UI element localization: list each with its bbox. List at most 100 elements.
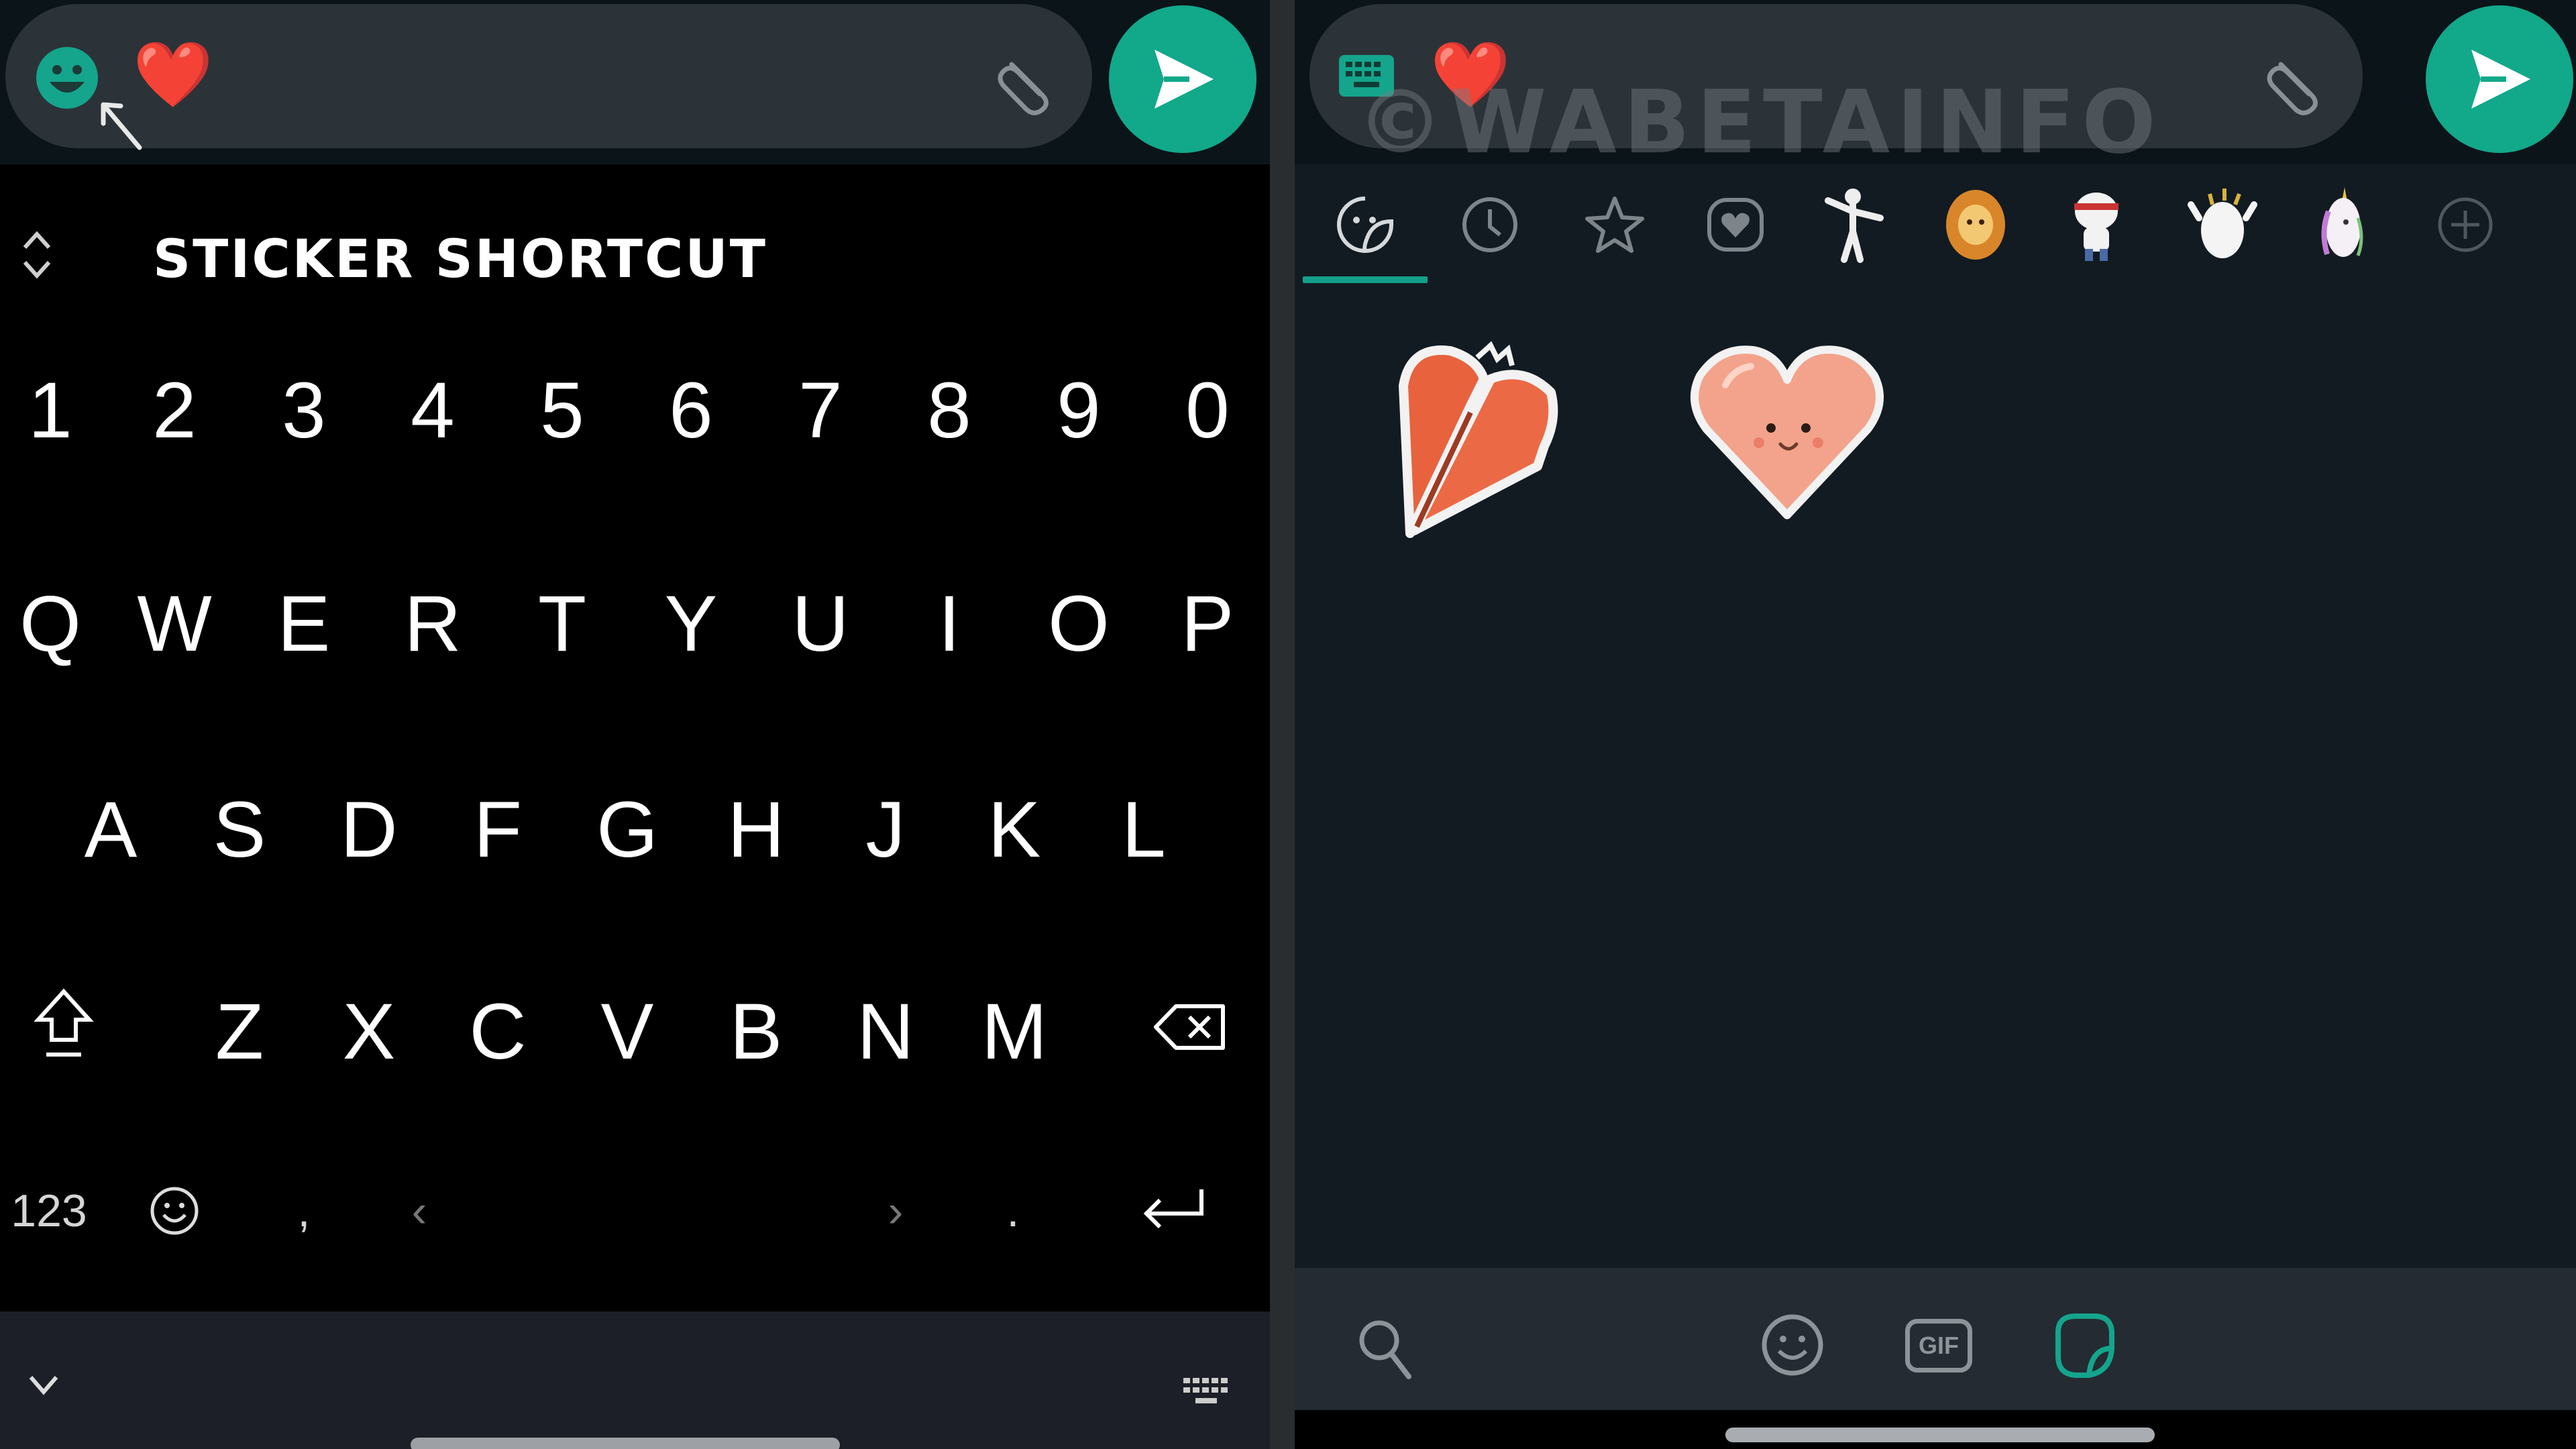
key-o[interactable]: O xyxy=(1028,564,1129,684)
key-z[interactable]: Z xyxy=(189,971,290,1092)
keyboard-icon[interactable] xyxy=(1181,1375,1234,1419)
key-0[interactable]: 0 xyxy=(1157,350,1258,471)
arrow-pointer-icon xyxy=(99,101,146,158)
key-2[interactable]: 2 xyxy=(124,350,225,471)
asdf-row: A S D F G H J K L xyxy=(0,769,1270,890)
key-v[interactable]: V xyxy=(577,971,678,1092)
tab-favorites[interactable] xyxy=(1571,181,1658,268)
key-x[interactable]: X xyxy=(319,971,419,1092)
backspace-key[interactable] xyxy=(1140,971,1241,1092)
shift-key[interactable] xyxy=(13,971,114,1092)
key-c[interactable]: C xyxy=(447,971,548,1092)
key-d[interactable]: D xyxy=(319,769,419,890)
period-key[interactable]: . xyxy=(963,1150,1063,1271)
home-indicator[interactable] xyxy=(411,1438,840,1449)
emoji-tab[interactable] xyxy=(1759,1308,1826,1385)
key-3[interactable]: 3 xyxy=(254,350,354,471)
key-6[interactable]: 6 xyxy=(641,350,741,471)
key-m[interactable]: M xyxy=(964,971,1065,1092)
broken-heart-sticker[interactable] xyxy=(1390,339,1564,543)
send-icon xyxy=(1155,50,1214,109)
left-screen: ❤️ STICKER SHORTCUT 1 2 3 4 5 6 7 8 9 0 … xyxy=(0,0,1270,1449)
key-h[interactable]: H xyxy=(706,769,806,890)
qwerty-row: Q W E R T Y U I O P xyxy=(0,564,1270,684)
key-a[interactable]: A xyxy=(60,769,161,890)
key-g[interactable]: G xyxy=(577,769,678,890)
cheering-character-sticker xyxy=(2188,189,2257,258)
key-w[interactable]: W xyxy=(124,564,225,684)
emoji-key[interactable] xyxy=(124,1150,225,1271)
message-text[interactable]: ❤️ xyxy=(133,43,213,107)
tab-pack-cheer[interactable] xyxy=(2179,181,2266,268)
key-e[interactable]: E xyxy=(254,564,354,684)
system-nav-bar xyxy=(1295,1410,2576,1449)
tab-recent[interactable] xyxy=(1446,181,1534,268)
right-screen: ❤️ ©WABETAINFO GIF xyxy=(1295,0,2576,1449)
sticker-shortcut-title: STICKER SHORTCUT xyxy=(153,229,767,290)
heart-badge-icon xyxy=(1707,198,1764,252)
clock-icon xyxy=(1462,197,1517,252)
send-button[interactable] xyxy=(2426,5,2573,153)
sticker-panel-bottom-bar: GIF xyxy=(1295,1268,2576,1410)
comma-key[interactable]: , xyxy=(254,1150,354,1271)
key-y[interactable]: Y xyxy=(641,564,741,684)
key-1[interactable]: 1 xyxy=(0,350,101,471)
active-tab-indicator xyxy=(1303,276,1428,283)
key-p[interactable]: P xyxy=(1157,564,1258,684)
key-4[interactable]: 4 xyxy=(382,350,483,471)
lion-sticker xyxy=(1946,190,2005,260)
cursor-left-key[interactable]: ‹ xyxy=(369,1150,470,1271)
key-r[interactable]: R xyxy=(382,564,483,684)
key-9[interactable]: 9 xyxy=(1028,350,1129,471)
compose-area: ❤️ xyxy=(0,0,1270,164)
sticker-tab[interactable] xyxy=(2051,1308,2118,1385)
tab-emoji-stickers[interactable] xyxy=(1322,181,1409,268)
smiling-heart-sticker[interactable] xyxy=(1686,342,1888,527)
key-j[interactable]: J xyxy=(835,769,936,890)
key-5[interactable]: 5 xyxy=(512,350,612,471)
paperclip-icon[interactable] xyxy=(991,44,1065,118)
key-k[interactable]: K xyxy=(964,769,1065,890)
plus-icon xyxy=(2438,197,2493,252)
dancing-figure-sticker xyxy=(1825,189,1884,263)
tab-pack-lion[interactable] xyxy=(1932,181,2019,268)
expand-toggle-icon[interactable] xyxy=(17,225,57,285)
key-7[interactable]: 7 xyxy=(770,350,871,471)
tab-add-pack[interactable] xyxy=(2422,181,2509,268)
shift-icon xyxy=(34,988,94,1057)
send-button[interactable] xyxy=(1109,5,1256,153)
chevron-down-icon[interactable] xyxy=(27,1372,60,1402)
cursor-right-key[interactable]: › xyxy=(845,1150,946,1271)
send-icon xyxy=(2471,50,2530,109)
numbers-key[interactable]: 123 xyxy=(0,1150,99,1271)
message-input-bar[interactable]: ❤️ xyxy=(5,4,1092,148)
enter-key[interactable] xyxy=(1124,1150,1224,1271)
key-l[interactable]: L xyxy=(1093,769,1194,890)
key-n[interactable]: N xyxy=(835,971,936,1092)
search-icon[interactable] xyxy=(1355,1315,1415,1385)
compose-area: ❤️ ©WABETAINFO xyxy=(1295,0,2576,173)
tab-pack-dancer[interactable] xyxy=(1809,181,1896,268)
key-q[interactable]: Q xyxy=(0,564,101,684)
tab-pack-character[interactable] xyxy=(2053,181,2140,268)
key-8[interactable]: 8 xyxy=(899,350,1000,471)
key-u[interactable]: U xyxy=(770,564,871,684)
paperclip-icon[interactable] xyxy=(2261,44,2334,118)
key-t[interactable]: T xyxy=(512,564,612,684)
tab-love[interactable] xyxy=(1692,181,1779,268)
gif-tab[interactable]: GIF xyxy=(1905,1319,1972,1373)
key-f[interactable]: F xyxy=(447,769,548,890)
message-input-bar[interactable]: ❤️ ©WABETAINFO xyxy=(1309,4,2363,173)
keyboard-header: STICKER SHORTCUT xyxy=(0,221,1270,295)
enter-icon xyxy=(1143,1189,1203,1229)
home-indicator[interactable] xyxy=(1725,1428,2155,1442)
emoji-icon xyxy=(1762,1314,1823,1376)
emoji-icon[interactable] xyxy=(34,44,101,111)
keyboard-nav-bar xyxy=(0,1311,1270,1449)
key-b[interactable]: B xyxy=(706,971,806,1092)
unicorn-sticker xyxy=(2321,187,2363,257)
key-i[interactable]: I xyxy=(899,564,1000,684)
zxcv-row: Z X C V B N M xyxy=(0,971,1270,1092)
key-s[interactable]: S xyxy=(189,769,290,890)
tab-pack-unicorn[interactable] xyxy=(2298,181,2385,268)
